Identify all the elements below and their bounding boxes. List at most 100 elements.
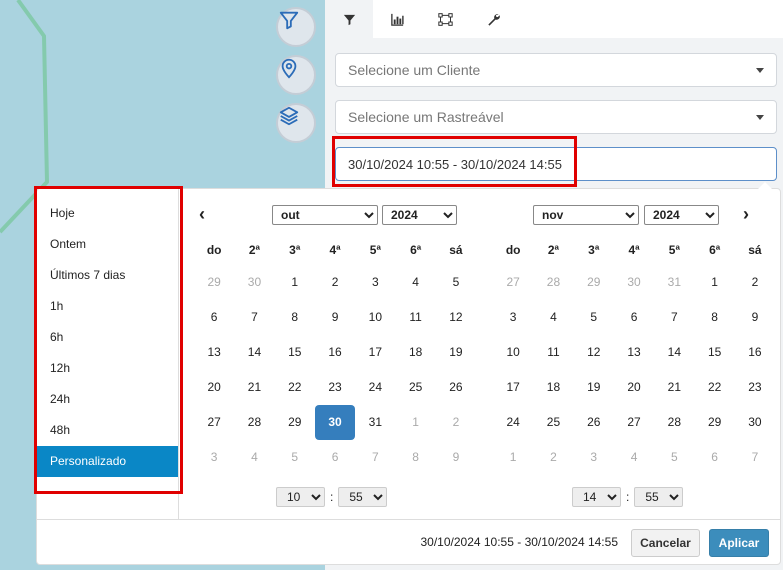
range-option[interactable]: 48h xyxy=(37,415,178,446)
calendar-day[interactable]: 15 xyxy=(694,335,734,370)
calendar-day[interactable]: 22 xyxy=(275,370,315,405)
calendar-day[interactable]: 22 xyxy=(694,370,734,405)
calendar-day[interactable]: 5 xyxy=(275,440,315,475)
range-option[interactable]: 12h xyxy=(37,353,178,384)
year-select-right[interactable]: 2024 xyxy=(644,205,719,225)
calendar-day[interactable]: 7 xyxy=(735,440,775,475)
calendar-day[interactable]: 1 xyxy=(493,440,533,475)
calendar-day[interactable]: 5 xyxy=(436,265,476,300)
calendar-day[interactable]: 10 xyxy=(355,300,395,335)
tracker-select[interactable]: Selecione um Rastreável xyxy=(335,100,777,134)
calendar-day[interactable]: 21 xyxy=(654,370,694,405)
calendar-day[interactable]: 3 xyxy=(355,265,395,300)
calendar-day[interactable]: 23 xyxy=(735,370,775,405)
calendar-day[interactable]: 30 xyxy=(735,405,775,440)
calendar-day[interactable]: 19 xyxy=(436,335,476,370)
calendar-day[interactable]: 6 xyxy=(614,300,654,335)
client-select[interactable]: Selecione um Cliente xyxy=(335,53,777,87)
calendar-day[interactable]: 3 xyxy=(194,440,234,475)
calendar-day[interactable]: 27 xyxy=(194,405,234,440)
calendar-day[interactable]: 2 xyxy=(436,405,476,440)
cancel-button[interactable]: Cancelar xyxy=(631,529,700,557)
calendar-day[interactable]: 15 xyxy=(275,335,315,370)
month-select-left[interactable]: out xyxy=(272,205,378,225)
calendar-day[interactable]: 29 xyxy=(574,265,614,300)
range-option[interactable]: Últimos 7 dias xyxy=(37,260,178,291)
calendar-day[interactable]: 4 xyxy=(533,300,573,335)
calendar-day[interactable]: 1 xyxy=(275,265,315,300)
calendar-day[interactable]: 16 xyxy=(315,335,355,370)
calendar-day[interactable]: 28 xyxy=(234,405,274,440)
calendar-day[interactable]: 2 xyxy=(315,265,355,300)
calendar-day[interactable]: 12 xyxy=(436,300,476,335)
calendar-day[interactable]: 16 xyxy=(735,335,775,370)
calendar-day[interactable]: 7 xyxy=(355,440,395,475)
range-option[interactable]: 1h xyxy=(37,291,178,322)
calendar-day[interactable]: 13 xyxy=(194,335,234,370)
calendar-day[interactable]: 8 xyxy=(395,440,435,475)
minute-select-left[interactable]: 55 xyxy=(338,487,388,507)
calendar-day[interactable]: 9 xyxy=(436,440,476,475)
calendar-day-selected[interactable]: 30 xyxy=(314,405,356,440)
calendar-day[interactable]: 25 xyxy=(395,370,435,405)
calendar-day[interactable]: 31 xyxy=(355,405,395,440)
year-select-left[interactable]: 2024 xyxy=(382,205,457,225)
range-option[interactable]: Hoje xyxy=(37,198,178,229)
hour-select-right[interactable]: 14 xyxy=(572,487,621,507)
calendar-day[interactable]: 4 xyxy=(614,440,654,475)
date-range-input[interactable]: 30/10/2024 10:55 - 30/10/2024 14:55 xyxy=(335,147,777,181)
calendar-day[interactable]: 9 xyxy=(735,300,775,335)
location-map-button[interactable] xyxy=(276,55,316,95)
calendar-day[interactable]: 7 xyxy=(654,300,694,335)
apply-button[interactable]: Aplicar xyxy=(709,529,769,557)
calendar-day[interactable]: 11 xyxy=(395,300,435,335)
calendar-day[interactable]: 17 xyxy=(355,335,395,370)
tab-settings[interactable] xyxy=(469,0,517,38)
calendar-day[interactable]: 24 xyxy=(493,405,533,440)
range-option[interactable]: Ontem xyxy=(37,229,178,260)
calendar-day[interactable]: 21 xyxy=(234,370,274,405)
calendar-day[interactable]: 3 xyxy=(574,440,614,475)
calendar-day[interactable]: 31 xyxy=(654,265,694,300)
calendar-day[interactable]: 6 xyxy=(194,300,234,335)
calendar-day[interactable]: 4 xyxy=(395,265,435,300)
calendar-day[interactable]: 2 xyxy=(735,265,775,300)
next-month-button[interactable]: › xyxy=(743,205,749,223)
tab-filter[interactable] xyxy=(325,0,373,38)
calendar-day[interactable]: 5 xyxy=(654,440,694,475)
calendar-day[interactable]: 14 xyxy=(234,335,274,370)
calendar-day[interactable]: 5 xyxy=(574,300,614,335)
calendar-day[interactable]: 29 xyxy=(694,405,734,440)
tab-network[interactable] xyxy=(421,0,469,38)
calendar-day[interactable]: 9 xyxy=(315,300,355,335)
tab-charts[interactable] xyxy=(373,0,421,38)
month-select-right[interactable]: nov xyxy=(533,205,639,225)
range-option[interactable]: 24h xyxy=(37,384,178,415)
calendar-day[interactable]: 6 xyxy=(315,440,355,475)
calendar-day[interactable]: 2 xyxy=(533,440,573,475)
calendar-day[interactable]: 28 xyxy=(654,405,694,440)
calendar-day[interactable]: 7 xyxy=(234,300,274,335)
calendar-day[interactable]: 25 xyxy=(533,405,573,440)
calendar-day[interactable]: 11 xyxy=(533,335,573,370)
range-option[interactable]: Personalizado xyxy=(37,446,178,477)
calendar-day[interactable]: 10 xyxy=(493,335,533,370)
calendar-day[interactable]: 17 xyxy=(493,370,533,405)
calendar-day[interactable]: 29 xyxy=(194,265,234,300)
minute-select-right[interactable]: 55 xyxy=(634,487,684,507)
filter-map-button[interactable] xyxy=(276,7,316,47)
range-option[interactable]: 6h xyxy=(37,322,178,353)
calendar-day[interactable]: 28 xyxy=(533,265,573,300)
calendar-day[interactable]: 26 xyxy=(574,405,614,440)
calendar-day[interactable]: 30 xyxy=(614,265,654,300)
calendar-day[interactable]: 24 xyxy=(355,370,395,405)
calendar-day[interactable]: 30 xyxy=(234,265,274,300)
calendar-day[interactable]: 19 xyxy=(574,370,614,405)
calendar-day[interactable]: 23 xyxy=(315,370,355,405)
calendar-day[interactable]: 27 xyxy=(614,405,654,440)
hour-select-left[interactable]: 10 xyxy=(276,487,325,507)
calendar-day[interactable]: 8 xyxy=(694,300,734,335)
calendar-day[interactable]: 12 xyxy=(574,335,614,370)
calendar-day[interactable]: 27 xyxy=(493,265,533,300)
calendar-day[interactable]: 18 xyxy=(533,370,573,405)
